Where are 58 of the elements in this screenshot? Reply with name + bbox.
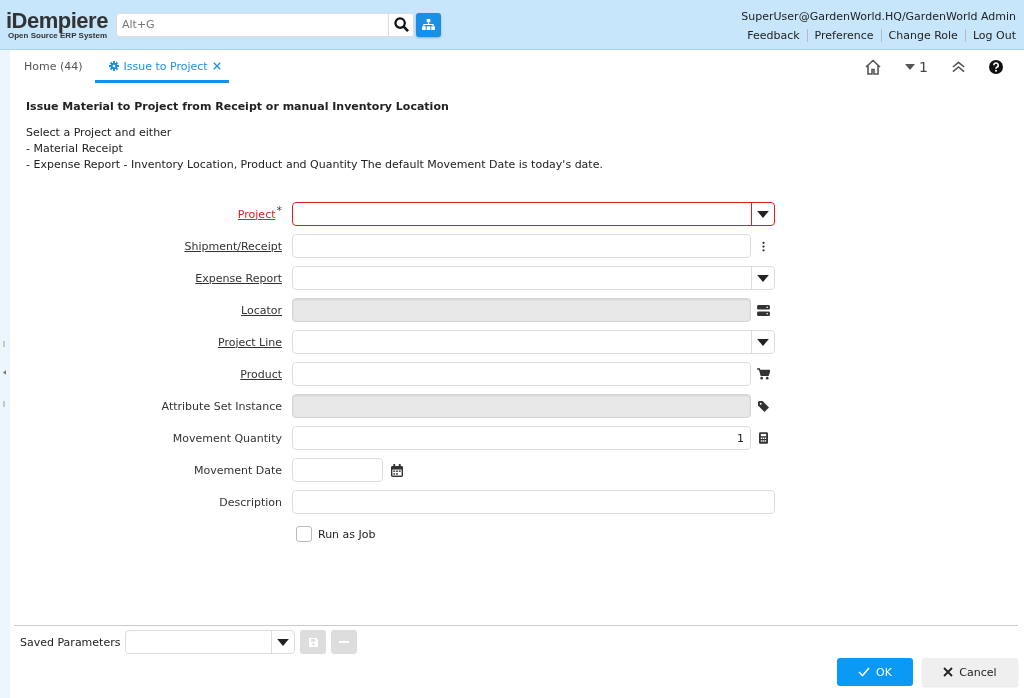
caret-icon <box>905 63 916 70</box>
tag-icon[interactable] <box>757 400 769 412</box>
minus-icon <box>339 641 350 643</box>
check-icon <box>858 667 871 677</box>
logo-text: iDempiere <box>6 9 109 32</box>
input-field[interactable] <box>292 234 751 258</box>
search-icon <box>393 17 409 32</box>
sitemap-icon <box>422 19 435 30</box>
field-link-label[interactable]: Project <box>237 207 276 221</box>
caret-icon[interactable] <box>757 338 769 346</box>
input-field[interactable] <box>292 490 775 514</box>
tab[interactable]: Home (44) <box>12 52 93 83</box>
checkbox-label: Run as Job <box>318 527 376 541</box>
tab[interactable]: Issue to Project <box>94 52 229 83</box>
field-link-label[interactable]: Product <box>240 367 282 381</box>
input-field[interactable] <box>292 458 383 482</box>
caret-icon[interactable] <box>757 210 769 218</box>
caret-icon[interactable] <box>277 638 290 646</box>
caret-icon[interactable] <box>757 274 769 282</box>
header-link[interactable]: Log Out <box>965 29 1016 42</box>
process-title: Issue Material to Project from Receipt or manual Inventory Location <box>26 100 450 113</box>
user-name: SuperUser@GardenWorld.HQ/GardenWorld Admin <box>741 10 1016 23</box>
input-field[interactable] <box>292 362 751 386</box>
help-icon[interactable] <box>989 59 1003 74</box>
field-link-label[interactable]: Shipment/Receipt <box>184 239 282 253</box>
cancel-button[interactable]: Cancel <box>922 658 1018 686</box>
description-text: - Expense Report - Inventory Location, Product and Quantity The default Movement Date is today's date. <box>26 157 604 173</box>
gear-icon <box>108 61 119 71</box>
dropdown-field[interactable] <box>292 202 775 226</box>
header-link[interactable]: Change Role <box>881 29 965 42</box>
home-icon[interactable] <box>865 58 882 75</box>
required-mark: * <box>276 203 282 217</box>
collapse-arrow-icon <box>3 370 6 375</box>
save-icon <box>308 637 318 647</box>
description-text: - Material Receipt <box>26 141 124 157</box>
search-button[interactable] <box>388 12 414 37</box>
saved-parameters-label: Saved Parameters <box>20 635 121 649</box>
field-label: Movement Date <box>193 463 282 477</box>
description-text: Select a Project and either <box>26 125 173 141</box>
field-link-label[interactable]: Project Line <box>217 335 282 349</box>
field-label: Attribute Set Instance <box>161 399 282 413</box>
header-link[interactable]: Preference <box>807 29 881 42</box>
calendar-icon[interactable] <box>391 463 403 477</box>
server-icon[interactable] <box>756 304 770 316</box>
cart-icon[interactable] <box>756 368 770 380</box>
checkbox[interactable] <box>296 526 312 542</box>
close-icon[interactable] <box>212 62 221 70</box>
window-count-button[interactable]: 1 <box>905 58 928 75</box>
field-link-label[interactable]: Expense Report <box>195 271 282 285</box>
search-field[interactable]: Alt+G <box>116 12 388 37</box>
input-field[interactable]: 1 <box>292 426 751 450</box>
header-link[interactable]: Feedback <box>740 29 807 42</box>
more-icon[interactable] <box>761 240 765 252</box>
collapse-icon[interactable] <box>952 60 965 73</box>
calculator-icon[interactable] <box>758 432 768 444</box>
close-icon <box>943 667 954 677</box>
field-label: Description <box>219 495 282 509</box>
field-label: Movement Quantity <box>172 431 282 445</box>
